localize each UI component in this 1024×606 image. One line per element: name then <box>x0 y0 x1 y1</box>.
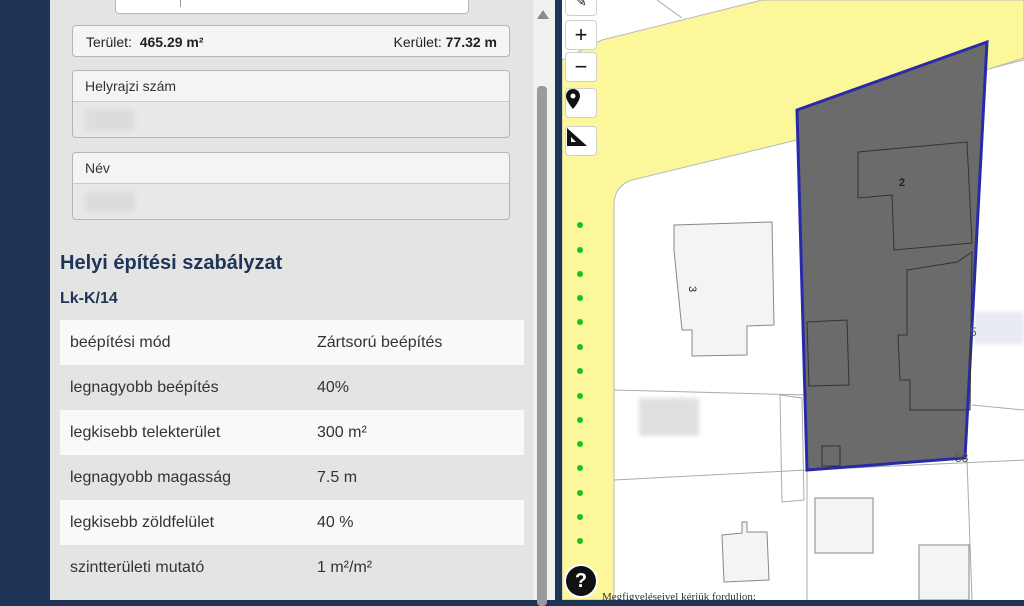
set-square-icon <box>567 128 587 146</box>
parcel-number-value <box>73 102 509 137</box>
owner-name-value <box>73 184 509 219</box>
layer-select[interactable] <box>115 0 469 14</box>
regulation-title: Helyi építési szabályzat <box>60 252 283 274</box>
redacted-parcel-number <box>85 110 135 130</box>
table-row: legnagyobb beépítés 40% <box>60 365 524 410</box>
question-mark-icon: ? <box>574 570 588 592</box>
panel-divider <box>555 0 562 600</box>
rule-key: legkisebb zöldfelület <box>60 500 317 545</box>
measure-tool-button[interactable] <box>565 126 597 156</box>
table-row: legkisebb telekterület 300 m² <box>60 410 524 455</box>
rule-value: 40% <box>317 365 524 410</box>
table-row: legnagyobb magasság 7.5 m <box>60 455 524 500</box>
area-value: 465.29 m² <box>139 34 204 50</box>
map-canvas[interactable]: 2 3 5 53 <box>562 0 1024 600</box>
map-view[interactable]: 2 3 5 53 ✎ + − ? Megfigyeléseivel kérjük… <box>562 0 1024 600</box>
scroll-thumb[interactable] <box>537 86 547 606</box>
rule-value: 300 m² <box>317 410 524 455</box>
edit-tool-button[interactable]: ✎ <box>565 0 597 16</box>
perimeter-value: 77.32 m <box>445 34 497 50</box>
building-3-label: 3 <box>686 286 698 292</box>
parcel-number-label: Helyrajzi szám <box>73 71 509 102</box>
perimeter-label: Kerület: <box>393 34 442 50</box>
rule-key: legnagyobb magasság <box>60 455 317 500</box>
rule-key: legnagyobb beépítés <box>60 365 317 410</box>
owner-name-label: Név <box>73 153 509 184</box>
rule-value: Zártsorú beépítés <box>317 320 524 365</box>
panel-scrollbar[interactable] <box>533 0 555 606</box>
table-row: legkisebb zöldfelület 40 % <box>60 500 524 545</box>
rule-key: legkisebb telekterület <box>60 410 317 455</box>
location-marker-button[interactable] <box>565 88 597 118</box>
scroll-up-arrow-icon[interactable] <box>537 10 549 19</box>
zone-code: Lk-K/14 <box>60 290 118 307</box>
table-row: beépítési mód Zártsorú beépítés <box>60 320 524 365</box>
plot-53-label: 53 <box>955 451 969 465</box>
minus-icon: − <box>574 54 588 79</box>
plus-icon: + <box>574 22 588 47</box>
table-row: szintterületi mutató 1 m²/m² <box>60 545 524 590</box>
rule-key: beépítési mód <box>60 320 317 365</box>
owner-name-field: Név <box>72 152 510 220</box>
map-pin-icon <box>566 89 580 109</box>
rule-value: 1 m²/m² <box>317 545 524 590</box>
map-attribution: Megfigyeléseivel kérjük forduljon: <box>602 591 756 600</box>
rule-value: 40 % <box>317 500 524 545</box>
area-summary: Terület: 465.29 m² Kerület: 77.32 m <box>72 25 510 57</box>
area-label: Terület: <box>86 34 132 50</box>
selected-parcel <box>795 39 989 472</box>
regulation-table: beépítési mód Zártsorú beépítés legnagyo… <box>60 320 524 590</box>
rule-key: szintterületi mutató <box>60 545 317 590</box>
select-divider <box>180 0 181 7</box>
pencil-icon: ✎ <box>575 0 587 9</box>
rule-value: 7.5 m <box>317 455 524 500</box>
redacted-owner-name <box>85 192 135 212</box>
building-2-label: 2 <box>899 177 905 189</box>
help-button[interactable]: ? <box>566 566 596 596</box>
plot-5-label: 5 <box>970 325 977 339</box>
info-panel: Terület: 465.29 m² Kerület: 77.32 m Hely… <box>50 0 556 600</box>
zoom-out-button[interactable]: − <box>565 52 597 82</box>
parcel-number-field: Helyrajzi szám <box>72 70 510 138</box>
zoom-in-button[interactable]: + <box>565 20 597 50</box>
